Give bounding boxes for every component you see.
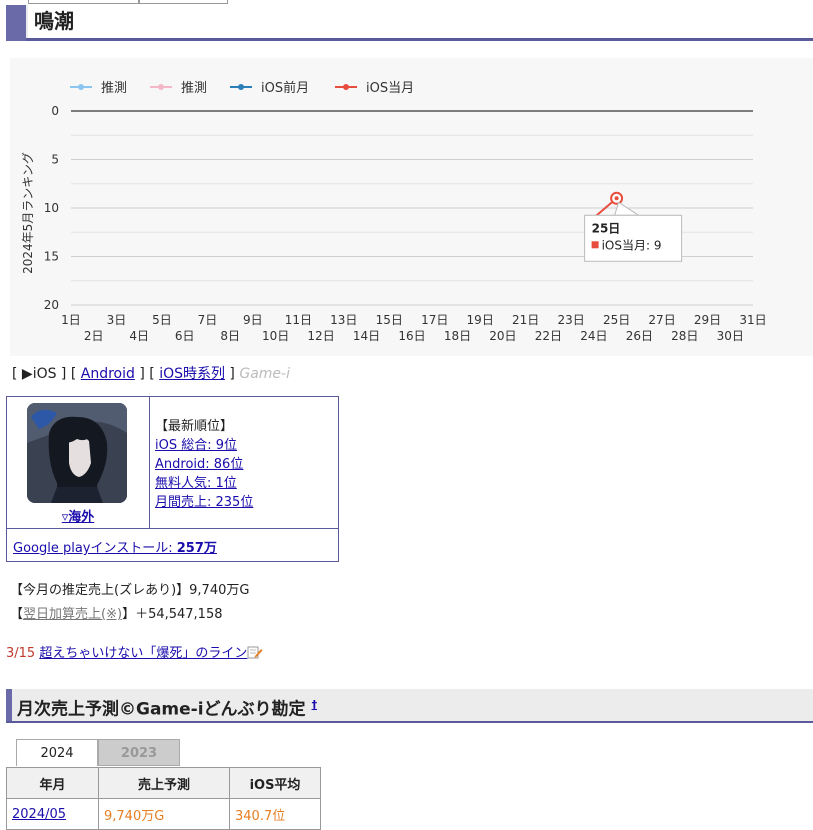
tab-2024[interactable]: 2024 [16, 739, 98, 766]
x-tick-label: 6日 [175, 329, 195, 343]
section-title: 月次売上予測©Game-iどんぶり勘定 [17, 699, 306, 720]
x-tick-label: 10日 [262, 329, 289, 343]
rank-ios-total-link[interactable]: iOS 総合: 9位 [155, 438, 237, 453]
forecast-table: 年月 売上予測 iOS平均 2024/05 9,740万G 340.7位 [6, 767, 321, 830]
ranking-chart-svg: 0 5 10 15 20 2024年5月ランキング 1日2日3日4日5日6日7日8日9日 10… [21, 80, 767, 343]
monthly-estimated-sales: 【今月の推定売上(ズレあり)】9,740万G [10, 583, 250, 598]
x-tick-label: 9日 [243, 313, 263, 327]
x-tick-label: 13日 [330, 313, 357, 327]
next-day-sales: 【翌日加算売上(※)】＋54,547,158 [10, 607, 223, 622]
google-play-cell: Google playインストール: 257万 [7, 528, 338, 561]
col-sales-forecast: 売上予測 [98, 767, 230, 799]
rank-android-link[interactable]: Android: 86位 [155, 457, 243, 472]
latest-rank-list: 【最新順位】 iOS 総合: 9位 Android: 86位 無料人気: 1位 … [155, 417, 253, 512]
y-tick-label: 0 [51, 104, 59, 118]
x-tick-label: 24日 [580, 329, 607, 343]
edit-icon[interactable] [247, 646, 263, 661]
legend-label: iOS当月 [366, 81, 414, 96]
tab-2023[interactable]: 2023 [98, 739, 180, 766]
tooltip-swatch [591, 241, 599, 249]
nav-gamei[interactable]: Game-i [239, 366, 290, 382]
x-tick-label: 17日 [421, 313, 448, 327]
row-ios-average: 340.7位 [229, 798, 321, 830]
legend-label: 推測 [181, 81, 207, 96]
x-tick-label: 19日 [467, 313, 494, 327]
tooltip-pointer [613, 201, 641, 216]
tooltip-label: iOS当月: 9 [602, 238, 662, 252]
y-tick-label: 5 [51, 153, 59, 167]
x-tick-label: 7日 [198, 313, 218, 327]
platform-nav: [ ▶iOS ] [ Android ] [ iOS時系列 ] Game-i [12, 366, 290, 382]
legend-swatch-dot [238, 84, 244, 90]
table-row: 2024/05 9,740万G 340.7位 [6, 798, 321, 830]
x-tick-label: 4日 [129, 329, 149, 343]
next-day-sales-link[interactable]: 翌日加算売上(※) [23, 607, 122, 622]
x-tick-label: 12日 [307, 329, 334, 343]
data-point [614, 196, 619, 201]
col-year-month: 年月 [6, 767, 99, 799]
row-year-month-link[interactable]: 2024/05 [12, 807, 66, 822]
x-tick-label: 23日 [557, 313, 584, 327]
monthly-forecast-heading: 月次売上予測©Game-iどんぶり勘定 † [6, 689, 813, 723]
page-title: 鳴潮 [28, 5, 813, 38]
y-tick-label: 20 [44, 298, 59, 312]
y-axis-label: 2024年5月ランキング [21, 152, 35, 274]
x-tick-label: 25日 [603, 313, 630, 327]
x-tick-label: 16日 [398, 329, 425, 343]
x-tick-label: 26日 [626, 329, 653, 343]
flop-line-link[interactable]: 超えちゃいけない「爆死」のライン [39, 646, 247, 661]
x-tick-label: 3日 [107, 313, 127, 327]
dagger-link[interactable]: † [312, 698, 318, 711]
x-tick-label: 8日 [220, 329, 240, 343]
x-tick-label: 31日 [739, 313, 766, 327]
legend-label: 推測 [101, 81, 127, 96]
section-accent [6, 689, 12, 721]
row-sales-forecast: 9,740万G [98, 798, 230, 830]
legend-label: iOS前月 [261, 80, 309, 96]
x-tick-label: 29日 [694, 313, 721, 327]
latest-rank-header: 【最新順位】 [155, 419, 234, 434]
flop-ratio: 3/15 [6, 646, 36, 661]
page-title-bar: 鳴潮 [6, 5, 813, 41]
legend-swatch-dot [158, 84, 164, 90]
y-tick-label: 10 [44, 201, 59, 215]
x-tick-label: 20日 [489, 329, 516, 343]
x-tick-label: 28日 [671, 329, 698, 343]
rank-monthly-sales-link[interactable]: 月間売上: 235位 [155, 495, 253, 510]
y-tick-label: 15 [44, 250, 59, 264]
google-play-install-link[interactable]: Google playインストール: 257万 [13, 541, 217, 556]
x-tick-label: 15日 [376, 313, 403, 327]
nav-ios[interactable]: ▶iOS [22, 366, 57, 382]
game-info-box: ▿海外 【最新順位】 iOS 総合: 9位 Android: 86位 無料人気:… [6, 396, 339, 562]
game-icon-cell: ▿海外 [7, 397, 150, 529]
x-tick-label: 22日 [535, 329, 562, 343]
nav-android-link[interactable]: Android [81, 366, 135, 382]
col-ios-average: iOS平均 [229, 767, 321, 799]
legend-swatch-dot [343, 84, 349, 90]
ranking-chart: 0 5 10 15 20 2024年5月ランキング 1日 2日 3日 4日 5日 6日 7日 8日 9日 10… [10, 58, 813, 356]
x-tick-label: 21日 [512, 313, 539, 327]
x-tick-label: 2日 [84, 329, 104, 343]
rank-free-popular-link[interactable]: 無料人気: 1位 [155, 476, 237, 491]
title-accent [6, 5, 26, 41]
x-tick-label: 18日 [444, 329, 471, 343]
top-tab-strip [0, 0, 813, 4]
top-tab-right[interactable] [138, 0, 228, 4]
game-icon[interactable] [27, 403, 127, 503]
x-tick-label: 11日 [285, 313, 312, 327]
x-tick-label: 5日 [152, 313, 172, 327]
tooltip-title: 25日 [592, 221, 621, 235]
x-tick-label: 1日 [61, 313, 81, 327]
x-tick-label: 14日 [353, 329, 380, 343]
legend-swatch-dot [78, 84, 84, 90]
x-tick-label: 27日 [648, 313, 675, 327]
top-tab-left[interactable] [28, 0, 140, 4]
flop-line: 3/15 超えちゃいけない「爆死」のライン [6, 642, 263, 661]
x-tick-label: 30日 [717, 329, 744, 343]
table-header-row: 年月 売上予測 iOS平均 [6, 767, 321, 799]
overseas-link[interactable]: ▿海外 [7, 506, 149, 525]
latest-rank-cell: 【最新順位】 iOS 総合: 9位 Android: 86位 無料人気: 1位 … [149, 397, 338, 529]
nav-ios-series-link[interactable]: iOS時系列 [159, 366, 225, 382]
